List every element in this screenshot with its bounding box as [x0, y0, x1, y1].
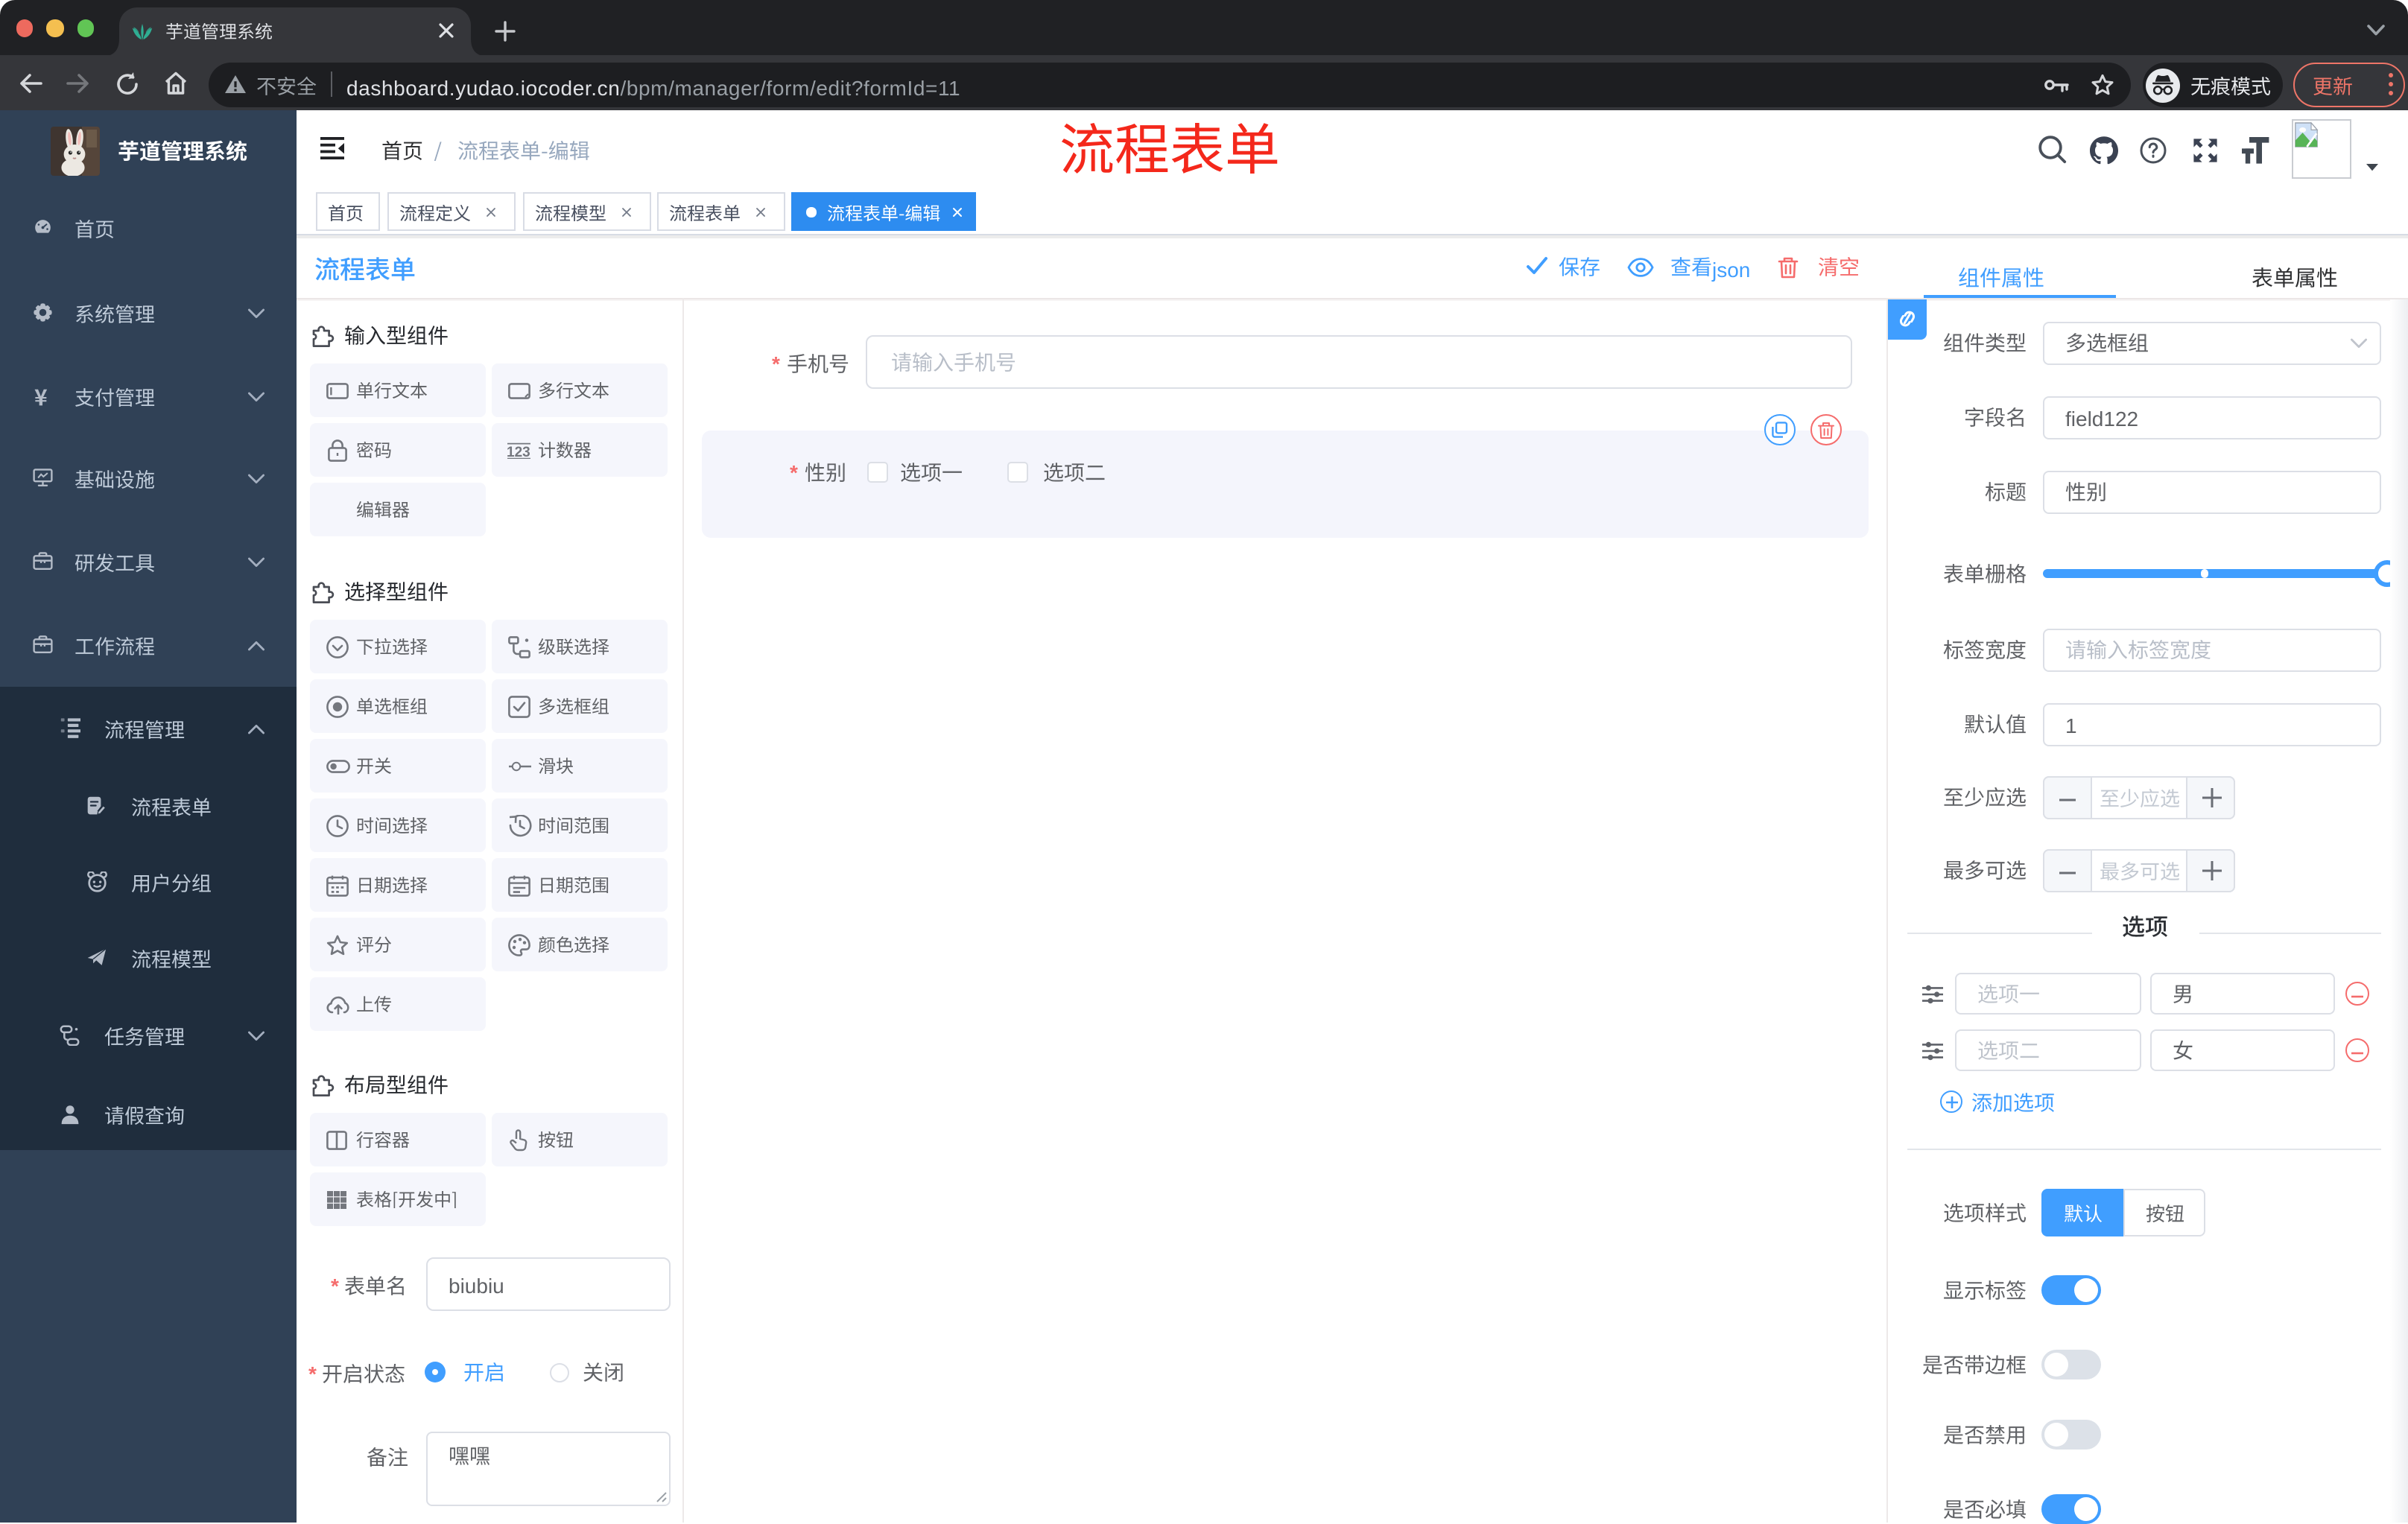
svg-text:123: 123 [507, 444, 530, 458]
